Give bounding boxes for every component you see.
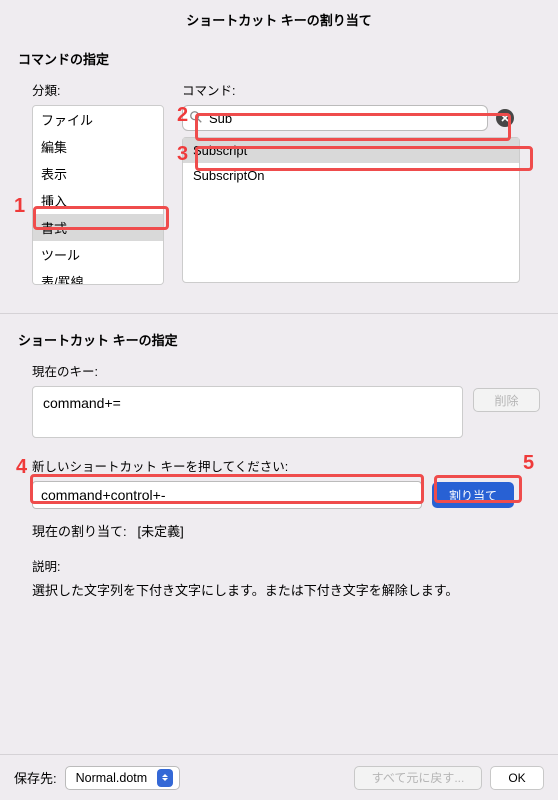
footer: 保存先: Normal.dotm すべて元に戻す... OK: [0, 754, 558, 800]
list-item[interactable]: 編集: [33, 133, 163, 160]
list-item[interactable]: SubscriptOn: [183, 163, 519, 188]
assign-button[interactable]: 割り当て: [432, 482, 514, 508]
clear-search-icon[interactable]: [496, 109, 514, 127]
current-assign-value: [未定義]: [137, 524, 183, 539]
list-item[interactable]: 書式: [33, 214, 163, 241]
category-label: 分類:: [32, 80, 164, 99]
select-arrow-icon: [157, 769, 173, 787]
dialog-title: ショートカット キーの割り当て: [0, 0, 558, 43]
category-listbox[interactable]: ファイル編集表示挿入書式ツール表/罫線: [32, 105, 164, 285]
list-item[interactable]: 表/罫線: [33, 268, 163, 285]
reset-all-button[interactable]: すべて元に戻す...: [354, 766, 482, 790]
section-command-header: コマンドの指定: [18, 49, 540, 68]
desc-label: 説明:: [18, 556, 540, 575]
newkey-label: 新しいショートカット キーを押してください:: [18, 456, 540, 475]
desc-text: 選択した文字列を下付き文字にします。または下付き文字を解除します。: [18, 581, 540, 601]
save-select-value: Normal.dotm: [76, 771, 148, 785]
list-item[interactable]: ツール: [33, 241, 163, 268]
list-item[interactable]: 表示: [33, 160, 163, 187]
save-label: 保存先:: [14, 768, 57, 787]
current-key-box[interactable]: command+=: [32, 386, 463, 438]
command-search-input[interactable]: [182, 105, 488, 131]
current-key-label: 現在のキー:: [18, 361, 540, 380]
ok-button[interactable]: OK: [490, 766, 544, 790]
save-select[interactable]: Normal.dotm: [65, 766, 181, 790]
delete-button[interactable]: 削除: [473, 388, 540, 412]
current-assignment-row: 現在の割り当て: [未定義]: [18, 521, 540, 540]
list-item[interactable]: 挿入: [33, 187, 163, 214]
current-assign-label: 現在の割り当て:: [32, 524, 127, 539]
list-item[interactable]: ファイル: [33, 106, 163, 133]
newkey-input[interactable]: [32, 481, 422, 509]
section-shortcut-header: ショートカット キーの指定: [18, 330, 540, 349]
divider: [0, 313, 558, 314]
list-item[interactable]: Subscript: [183, 138, 519, 163]
current-key-value: command+=: [43, 395, 121, 411]
search-icon: [189, 110, 203, 124]
command-listbox[interactable]: SubscriptSubscriptOn: [182, 137, 520, 283]
command-label: コマンド:: [182, 80, 520, 99]
